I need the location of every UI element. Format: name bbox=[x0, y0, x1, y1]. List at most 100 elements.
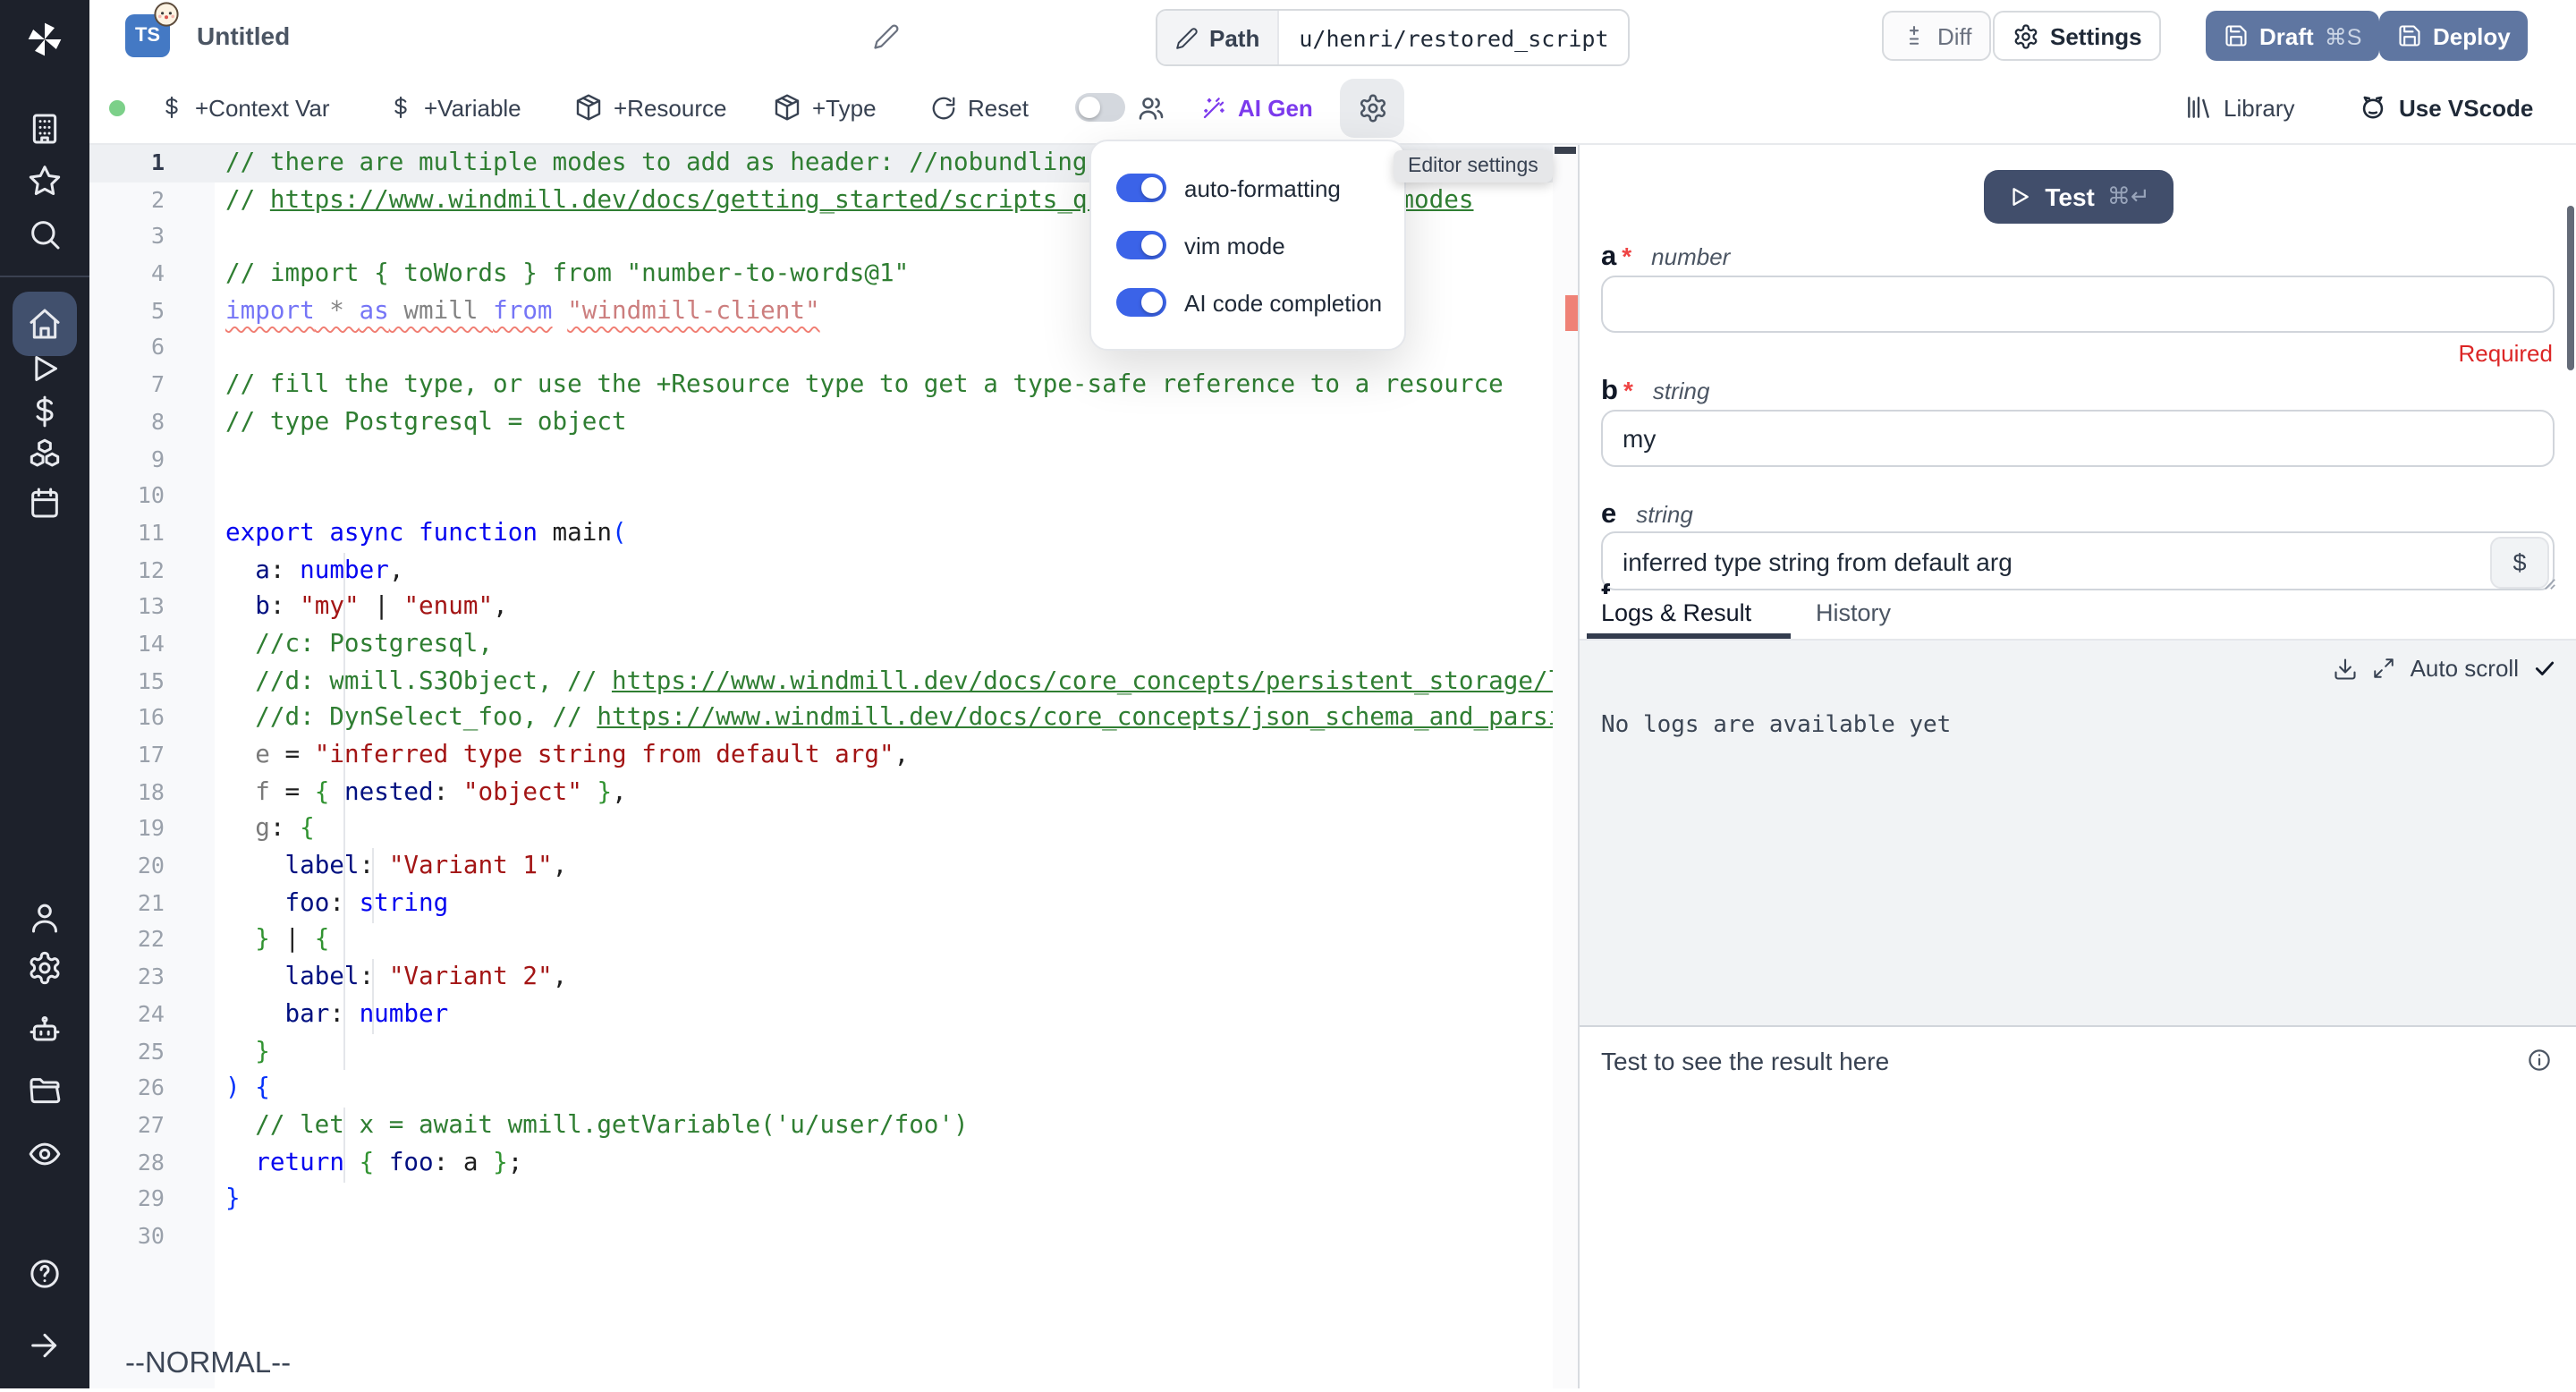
line-number: 26 bbox=[89, 1070, 165, 1107]
add-context-var-button[interactable]: +Context Var bbox=[159, 72, 330, 143]
code-line[interactable]: 28 return { foo: a }; bbox=[89, 1144, 1578, 1181]
package-icon bbox=[574, 93, 603, 122]
toggle-switch-on[interactable] bbox=[1116, 231, 1166, 259]
editor-settings-button[interactable] bbox=[1340, 79, 1404, 138]
code-line[interactable]: 27 // let x = await wmill.getVariable('u… bbox=[89, 1108, 1578, 1144]
ai-gen-button[interactable]: AI Gen bbox=[1200, 72, 1313, 143]
path-label: Path bbox=[1209, 24, 1259, 51]
robot-icon[interactable] bbox=[27, 1013, 63, 1048]
logs-body: Auto scroll No logs are available yet bbox=[1580, 641, 2576, 1025]
editor-settings-dropdown: auto-formattingvim modeAI code completio… bbox=[1089, 140, 1406, 351]
expand-icon[interactable] bbox=[2373, 657, 2396, 680]
resource-label: +Resource bbox=[614, 94, 726, 121]
tab-logs-result[interactable]: Logs & Result bbox=[1601, 599, 1751, 626]
folder-open-icon[interactable] bbox=[27, 1074, 63, 1109]
path-button[interactable]: Path u/henri/restored_script bbox=[1156, 9, 1631, 66]
line-number: 22 bbox=[89, 922, 165, 959]
line-number: 30 bbox=[89, 1218, 165, 1255]
toggle-switch-on[interactable] bbox=[1116, 174, 1166, 202]
code-line[interactable]: 29} bbox=[89, 1182, 1578, 1218]
code-line[interactable]: 8// type Postgresql = object bbox=[89, 404, 1578, 441]
add-variable-button[interactable]: +Variable bbox=[388, 72, 521, 143]
use-vscode-button[interactable]: Use VScode bbox=[2358, 72, 2533, 143]
home-icon[interactable] bbox=[27, 306, 63, 342]
field-input-b[interactable] bbox=[1601, 410, 2555, 467]
field-label-a: a* number bbox=[1601, 242, 1730, 274]
field-label-e: e string bbox=[1601, 499, 1693, 531]
toggle-switch-on[interactable] bbox=[1116, 288, 1166, 317]
field-input-e[interactable] bbox=[1601, 531, 2555, 590]
arrow-right-icon[interactable] bbox=[27, 1328, 63, 1363]
calendar-icon[interactable] bbox=[27, 485, 63, 521]
overview-ruler[interactable] bbox=[1553, 145, 1578, 1388]
code-line[interactable]: 23 label: "Variant 2", bbox=[89, 959, 1578, 996]
line-content: //c: Postgresql, bbox=[225, 626, 493, 663]
field-input-a[interactable] bbox=[1601, 276, 2555, 333]
tab-history[interactable]: History bbox=[1816, 599, 1891, 626]
code-line[interactable]: 12 a: number, bbox=[89, 552, 1578, 589]
code-line[interactable]: 30 bbox=[89, 1218, 1578, 1255]
help-circle-icon[interactable] bbox=[27, 1256, 63, 1292]
ai-gen-label: AI Gen bbox=[1238, 94, 1313, 121]
line-number: 4 bbox=[89, 256, 165, 293]
search-icon[interactable] bbox=[27, 216, 63, 252]
add-resource-button[interactable]: +Resource bbox=[574, 72, 726, 143]
variable-picker-button[interactable]: $ bbox=[2490, 537, 2549, 589]
toggle-switch-off[interactable] bbox=[1075, 93, 1125, 122]
status-dot bbox=[109, 72, 125, 143]
play-icon[interactable] bbox=[27, 351, 63, 386]
draft-button[interactable]: Draft ⌘S bbox=[2206, 11, 2379, 61]
line-number: 27 bbox=[89, 1108, 165, 1144]
code-line[interactable]: 10 bbox=[89, 478, 1578, 514]
code-line[interactable]: 20 label: "Variant 1", bbox=[89, 848, 1578, 885]
library-button[interactable]: Library bbox=[2184, 72, 2295, 143]
deploy-button[interactable]: Deploy bbox=[2379, 11, 2529, 61]
code-line[interactable]: 25 } bbox=[89, 1033, 1578, 1070]
eye-icon[interactable] bbox=[27, 1136, 63, 1172]
autoscroll-label[interactable]: Auto scroll bbox=[2411, 655, 2519, 682]
code-line[interactable]: 7// fill the type, or use the +Resource … bbox=[89, 367, 1578, 403]
code-line[interactable]: 24 bar: number bbox=[89, 997, 1578, 1033]
settings-gear-icon bbox=[2012, 22, 2039, 49]
test-button[interactable]: Test ⌘↵ bbox=[1984, 170, 2174, 224]
reset-button[interactable]: Reset bbox=[930, 72, 1029, 143]
dollar-icon[interactable] bbox=[27, 394, 63, 429]
boxes-icon[interactable] bbox=[27, 437, 63, 472]
resize-handle-icon[interactable] bbox=[2544, 578, 2556, 590]
building-icon[interactable] bbox=[27, 111, 63, 147]
sidebar-divider bbox=[0, 276, 89, 277]
settings-gear-icon[interactable] bbox=[27, 950, 63, 986]
code-line[interactable]: 19 g: { bbox=[89, 811, 1578, 848]
code-line[interactable]: 15 //d: wmill.S3Object, // https://www.w… bbox=[89, 663, 1578, 700]
download-icon[interactable] bbox=[2334, 656, 2359, 681]
user-icon[interactable] bbox=[27, 900, 63, 936]
star-icon[interactable] bbox=[27, 163, 63, 199]
type-label: +Type bbox=[812, 94, 877, 121]
line-content: // type Postgresql = object bbox=[225, 404, 627, 441]
info-icon[interactable] bbox=[2526, 1047, 2553, 1074]
code-line[interactable]: 26) { bbox=[89, 1070, 1578, 1107]
code-line[interactable]: 14 //c: Postgresql, bbox=[89, 626, 1578, 663]
code-line[interactable]: 21 foo: string bbox=[89, 886, 1578, 922]
line-number: 10 bbox=[89, 478, 165, 514]
code-line[interactable]: 16 //d: DynSelect_foo, // https://www.wi… bbox=[89, 700, 1578, 737]
line-number: 18 bbox=[89, 774, 165, 811]
indent-guide bbox=[343, 1108, 344, 1182]
code-line[interactable]: 9 bbox=[89, 441, 1578, 478]
panel-scrollbar-thumb[interactable] bbox=[2567, 206, 2573, 370]
code-line[interactable]: 17 e = "inferred type string from defaul… bbox=[89, 737, 1578, 774]
code-line[interactable]: 18 f = { nested: "object" }, bbox=[89, 774, 1578, 811]
logs-section: Logs & Result History Auto scroll No log… bbox=[1580, 594, 2576, 1392]
field-type: number bbox=[1651, 243, 1730, 270]
code-line[interactable]: 13 b: "my" | "enum", bbox=[89, 590, 1578, 626]
diff-button[interactable]: Diff bbox=[1882, 11, 1992, 61]
wand-sparkles-icon bbox=[1200, 94, 1227, 121]
line-number: 13 bbox=[89, 590, 165, 626]
add-type-button[interactable]: +Type bbox=[773, 72, 877, 143]
line-number: 21 bbox=[89, 886, 165, 922]
code-line[interactable]: 22 } | { bbox=[89, 922, 1578, 959]
code-line[interactable]: 11export async function main( bbox=[89, 515, 1578, 552]
settings-button[interactable]: Settings bbox=[1993, 11, 2162, 61]
setting-label: auto-formatting bbox=[1184, 174, 1341, 201]
edit-title-pencil-icon[interactable] bbox=[873, 23, 900, 50]
